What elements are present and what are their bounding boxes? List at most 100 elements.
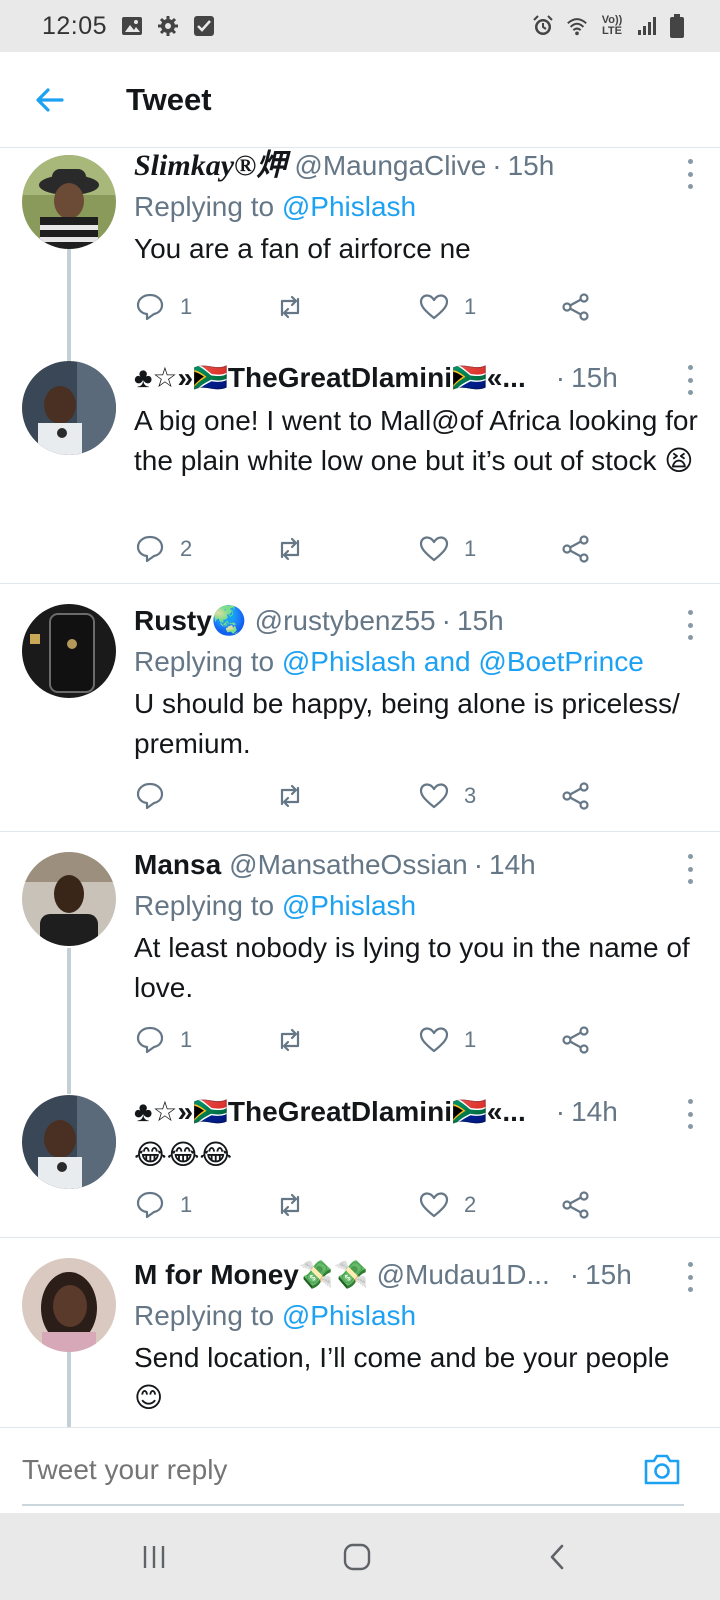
back-button[interactable] — [0, 52, 100, 148]
reply-button[interactable]: 2 — [134, 529, 192, 569]
avatar[interactable] — [22, 1258, 116, 1352]
share-icon — [562, 782, 589, 810]
heart-icon — [419, 783, 449, 809]
status-time: 12:05 — [42, 11, 108, 40]
back-icon — [550, 1544, 564, 1570]
reply-button[interactable] — [134, 776, 180, 816]
tweet-author-handle[interactable]: @rustybenz55 — [255, 604, 436, 638]
tweet-author-name[interactable]: ♣☆»🇿🇦TheGreatDlamini🇿🇦«... — [134, 1095, 526, 1129]
like-button[interactable]: 1 — [418, 1020, 476, 1060]
thread-line — [67, 1350, 71, 1427]
replies-feed[interactable]: Slimkay®炠 @MaungaClive · 15h Replying to… — [0, 149, 720, 1427]
tweet-author-name[interactable]: M for Money💸💸 — [134, 1258, 369, 1292]
retweet-button[interactable] — [274, 1020, 306, 1060]
tweet-author-handle[interactable]: @MaungaClive — [294, 149, 486, 183]
tweet-item[interactable]: Mansa @MansatheOssian · 14h Replying to … — [0, 832, 720, 1094]
share-button[interactable] — [560, 529, 592, 569]
tweet-text: Send location, I’ll come and be your peo… — [134, 1342, 670, 1413]
tweet-author-name[interactable]: Rusty🌏 — [134, 604, 247, 638]
heart-icon — [419, 1192, 449, 1218]
retweet-button[interactable] — [274, 287, 306, 327]
more-options-icon[interactable] — [686, 159, 694, 189]
recents-button[interactable] — [134, 1537, 174, 1577]
avatar[interactable] — [22, 361, 116, 455]
share-button[interactable] — [560, 776, 592, 816]
tweet-item[interactable]: ♣☆»🇿🇦TheGreatDlamini🇿🇦«... · 14h 😂😂😂 1 2 — [0, 1079, 720, 1237]
mention-link[interactable]: @Phislash — [282, 191, 416, 222]
tweet-text: 😂😂😂 — [134, 1139, 233, 1170]
tweet-time: 15h — [507, 150, 555, 181]
heart-icon — [419, 1027, 449, 1053]
share-button[interactable] — [560, 287, 592, 327]
reply-button[interactable]: 1 — [134, 1020, 192, 1060]
heart-icon — [419, 536, 449, 562]
avatar[interactable] — [22, 852, 116, 946]
recents-icon — [143, 1546, 165, 1568]
volte-icon: Vo)) LTE — [601, 14, 623, 37]
like-button[interactable]: 1 — [418, 529, 476, 569]
nav-back-button[interactable] — [538, 1537, 578, 1577]
replying-to: Replying to @Phislash — [134, 1300, 417, 1331]
reply-button[interactable]: 1 — [134, 287, 192, 327]
avatar[interactable] — [22, 1095, 116, 1189]
avatar[interactable] — [22, 155, 116, 249]
more-options-icon[interactable] — [686, 854, 694, 884]
more-options-icon[interactable] — [686, 610, 694, 640]
tweet-text: U should be happy, being alone is pricel… — [134, 688, 680, 759]
retweet-button[interactable] — [274, 529, 306, 569]
reply-input[interactable] — [22, 1450, 582, 1490]
share-icon — [562, 535, 589, 563]
reply-button[interactable]: 1 — [134, 1185, 192, 1225]
mention-link[interactable]: @Phislash — [282, 890, 416, 921]
system-nav-bar — [0, 1513, 720, 1600]
separator-dot: · — [555, 362, 566, 393]
like-button[interactable]: 1 — [418, 287, 476, 327]
mention-link[interactable]: @Phislash and @BoetPrince — [282, 646, 644, 677]
more-options-icon[interactable] — [686, 1262, 694, 1292]
share-icon — [562, 1026, 589, 1054]
retweet-icon — [280, 1193, 300, 1217]
more-options-icon[interactable] — [686, 365, 694, 395]
share-button[interactable] — [560, 1020, 592, 1060]
tweet-author-handle[interactable]: @Mudau1D... — [377, 1258, 550, 1292]
tweet-actions: 2 1 — [134, 529, 614, 569]
tweet-item[interactable]: Rusty🌏 @rustybenz55 · 15h Replying to @P… — [0, 584, 720, 831]
reply-icon — [136, 1026, 164, 1054]
reply-icon — [136, 1191, 164, 1219]
separator-dot: · — [473, 849, 484, 880]
avatar[interactable] — [22, 604, 116, 698]
tweet-author-handle[interactable]: @MansatheOssian — [229, 848, 468, 882]
replying-to: Replying to @Phislash — [134, 890, 417, 921]
page-title: Tweet — [126, 81, 212, 117]
tweet-item[interactable]: ♣☆»🇿🇦TheGreatDlamini🇿🇦«... · 15h A big o… — [0, 349, 720, 583]
tweet-time: 15h — [571, 362, 618, 393]
camera-button[interactable] — [642, 1450, 682, 1488]
tweet-author-name[interactable]: ♣☆»🇿🇦TheGreatDlamini🇿🇦«... — [134, 361, 526, 395]
home-button[interactable] — [337, 1537, 377, 1577]
like-button[interactable]: 2 — [418, 1185, 476, 1225]
tweet-actions: 3 — [134, 776, 614, 816]
reply-count: 1 — [180, 1192, 193, 1217]
like-button[interactable]: 3 — [418, 776, 476, 816]
tweet-time: 14h — [489, 849, 536, 880]
tweet-time: 14h — [571, 1096, 618, 1127]
mention-link[interactable]: @Phislash — [282, 1300, 416, 1331]
share-button[interactable] — [560, 1185, 592, 1225]
tweet-item[interactable]: M for Money💸💸 @Mudau1D... · 15h Replying… — [0, 1238, 720, 1427]
settings-icon — [158, 16, 179, 36]
tweet-author-name[interactable]: Slimkay®炠 — [134, 149, 286, 183]
signal-icon — [638, 17, 656, 35]
retweet-button[interactable] — [274, 776, 306, 816]
reply-icon — [136, 535, 164, 563]
retweet-button[interactable] — [274, 1185, 306, 1225]
heart-icon — [419, 294, 449, 320]
tweet-author-name[interactable]: Mansa — [134, 848, 221, 882]
tweet-time: 15h — [456, 605, 504, 636]
more-options-icon[interactable] — [686, 1099, 694, 1129]
replying-to: Replying to @Phislash and @BoetPrince — [134, 646, 644, 677]
reply-icon — [136, 293, 164, 321]
gallery-icon — [122, 17, 143, 35]
retweet-icon — [280, 1028, 300, 1052]
tweet-time: 15h — [585, 1259, 632, 1290]
tweet-item[interactable]: Slimkay®炠 @MaungaClive · 15h Replying to… — [0, 149, 720, 365]
